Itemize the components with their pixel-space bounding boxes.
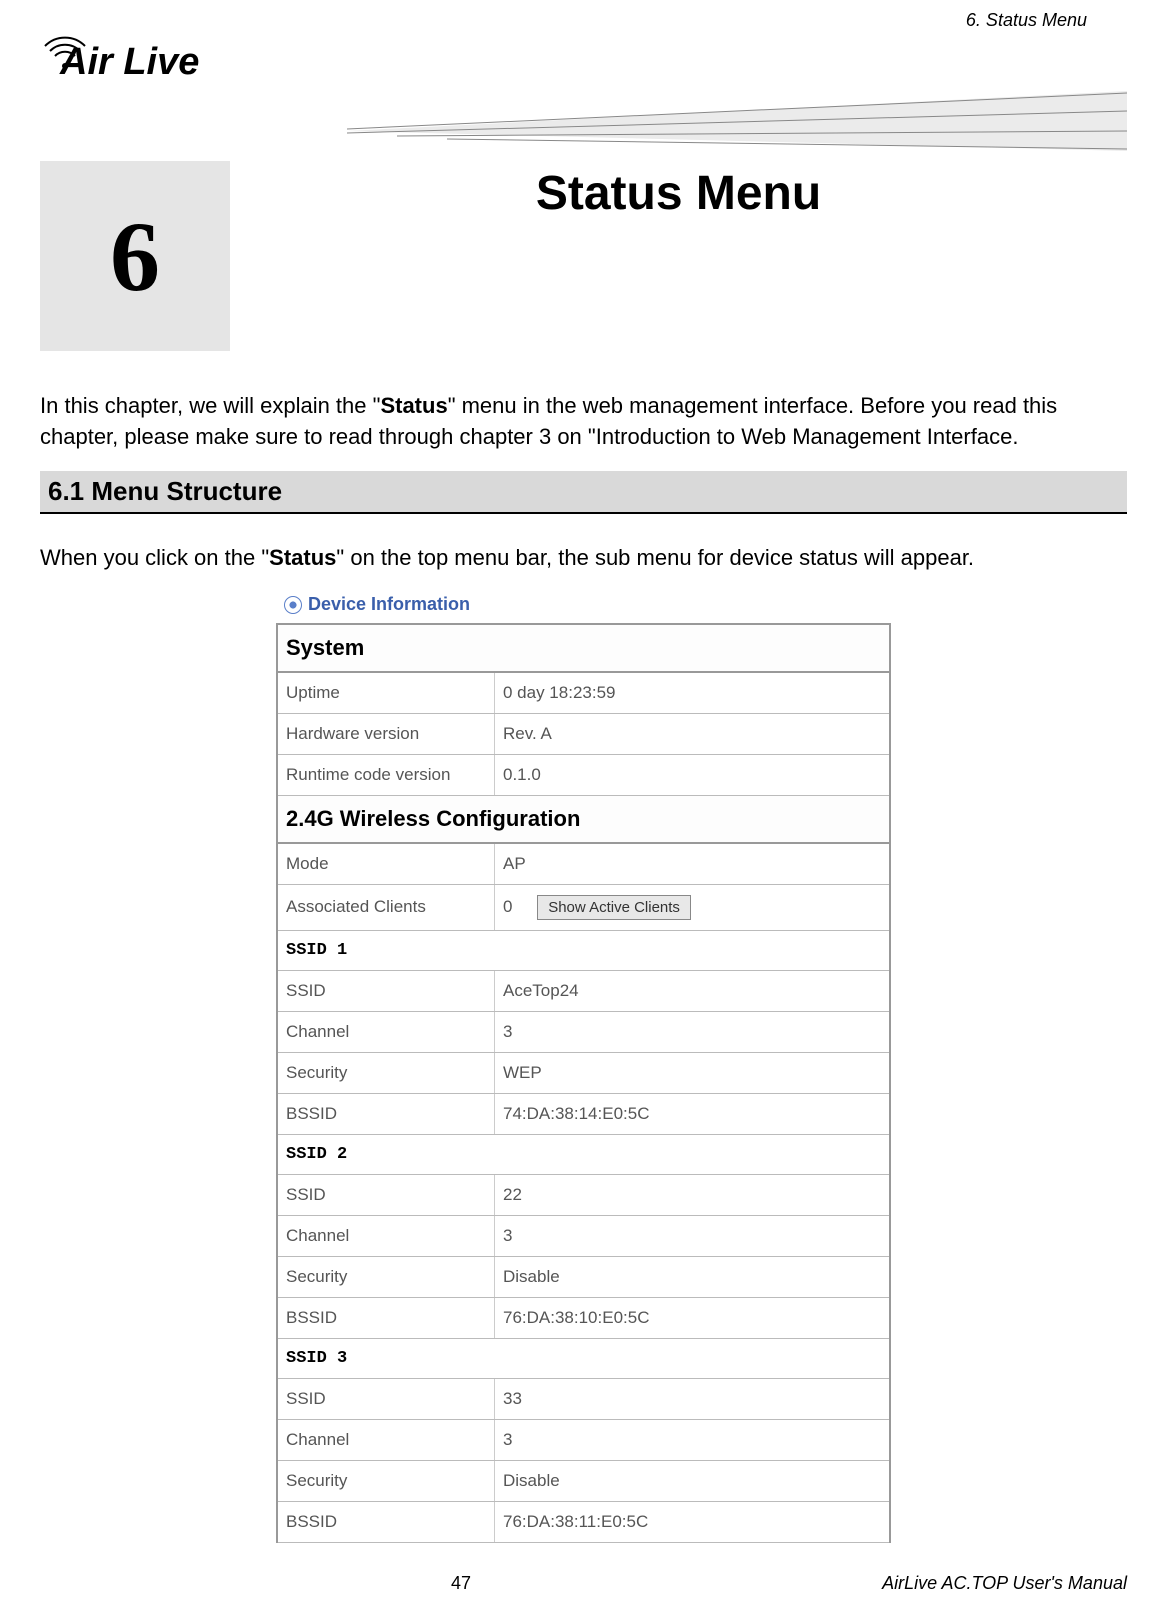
table-row: BSSID 76:DA:38:11:E0:5C xyxy=(277,1501,890,1542)
section-6-1-text: When you click on the "Status" on the to… xyxy=(40,539,1127,576)
show-active-clients-button[interactable]: Show Active Clients xyxy=(537,895,691,920)
ssid2-channel-label: Channel xyxy=(277,1215,495,1256)
ssid3-security-label: Security xyxy=(277,1460,495,1501)
ssid1-bssid-value: 74:DA:38:14:E0:5C xyxy=(495,1093,891,1134)
chapter-number-box: 6 xyxy=(40,161,230,351)
mode-label: Mode xyxy=(277,843,495,885)
system-header: System xyxy=(277,624,890,672)
ssid3-ssid-label: SSID xyxy=(277,1378,495,1419)
mode-value: AP xyxy=(495,843,891,885)
table-row: Associated Clients 0 Show Active Clients xyxy=(277,884,890,930)
rt-label: Runtime code version xyxy=(277,754,495,795)
ssid2-security-value: Disable xyxy=(495,1256,891,1297)
intro-pre: In this chapter, we will explain the " xyxy=(40,393,380,418)
rt-value: 0.1.0 xyxy=(495,754,891,795)
ssid2-channel-value: 3 xyxy=(495,1215,891,1256)
ssid1-channel-value: 3 xyxy=(495,1011,891,1052)
table-row: Mode AP xyxy=(277,843,890,885)
intro-bold: Status xyxy=(380,393,447,418)
ssid2-ssid-label: SSID xyxy=(277,1174,495,1215)
manual-title: AirLive AC.TOP User's Manual xyxy=(882,1573,1127,1594)
table-row: Uptime 0 day 18:23:59 xyxy=(277,672,890,714)
ssid2-header: SSID 2 xyxy=(277,1134,890,1174)
ssid2-ssid-value: 22 xyxy=(495,1174,891,1215)
page-footer: 47 AirLive AC.TOP User's Manual xyxy=(40,1573,1127,1594)
ssid3-header: SSID 3 xyxy=(277,1338,890,1378)
ssid3-security-value: Disable xyxy=(495,1460,891,1501)
ssid1-ssid-value: AceTop24 xyxy=(495,970,891,1011)
running-header: 6. Status Menu xyxy=(40,10,1127,31)
ssid3-ssid-value: 33 xyxy=(495,1378,891,1419)
device-info-label-text: Device Information xyxy=(308,594,470,614)
table-row: SSID AceTop24 xyxy=(277,970,890,1011)
ssid1-header: SSID 1 xyxy=(277,930,890,970)
table-row: Security Disable xyxy=(277,1256,890,1297)
ssid1-channel-label: Channel xyxy=(277,1011,495,1052)
ssid1-security-label: Security xyxy=(277,1052,495,1093)
ssid3-channel-label: Channel xyxy=(277,1419,495,1460)
table-row: Runtime code version 0.1.0 xyxy=(277,754,890,795)
table-row: BSSID 74:DA:38:14:E0:5C xyxy=(277,1093,890,1134)
decorative-line xyxy=(347,81,1127,181)
ssid2-security-label: Security xyxy=(277,1256,495,1297)
table-row: Channel 3 xyxy=(277,1215,890,1256)
ssid3-bssid-label: BSSID xyxy=(277,1501,495,1542)
table-row: Channel 3 xyxy=(277,1419,890,1460)
device-info-header: Device Information xyxy=(276,586,891,623)
uptime-label: Uptime xyxy=(277,672,495,714)
assoc-value: 0 xyxy=(503,897,512,916)
table-row: Channel 3 xyxy=(277,1011,890,1052)
table-row: Security Disable xyxy=(277,1460,890,1501)
page-number: 47 xyxy=(451,1573,471,1594)
ssid3-channel-value: 3 xyxy=(495,1419,891,1460)
ssid1-bssid-label: BSSID xyxy=(277,1093,495,1134)
logo-text: Air Live xyxy=(60,41,1127,84)
ssid3-bssid-value: 76:DA:38:11:E0:5C xyxy=(495,1501,891,1542)
uptime-value: 0 day 18:23:59 xyxy=(495,672,891,714)
sec-text-bold: Status xyxy=(269,545,336,570)
wireless-header: 2.4G Wireless Configuration xyxy=(277,795,890,843)
ssid1-ssid-label: SSID xyxy=(277,970,495,1011)
table-row: Security WEP xyxy=(277,1052,890,1093)
sec-text-pre: When you click on the " xyxy=(40,545,269,570)
ssid2-bssid-label: BSSID xyxy=(277,1297,495,1338)
table-row: SSID 22 xyxy=(277,1174,890,1215)
assoc-value-cell: 0 Show Active Clients xyxy=(495,884,891,930)
table-row: SSID 33 xyxy=(277,1378,890,1419)
sec-text-post: " on the top menu bar, the sub menu for … xyxy=(336,545,974,570)
device-info-screenshot: Device Information System Uptime 0 day 1… xyxy=(276,586,891,1543)
ssid1-security-value: WEP xyxy=(495,1052,891,1093)
hw-label: Hardware version xyxy=(277,713,495,754)
section-6-1-heading: 6.1 Menu Structure xyxy=(40,471,1127,514)
hw-value: Rev. A xyxy=(495,713,891,754)
ssid2-bssid-value: 76:DA:38:10:E0:5C xyxy=(495,1297,891,1338)
logo-area: Air Live xyxy=(40,41,1127,131)
assoc-label: Associated Clients xyxy=(277,884,495,930)
intro-paragraph: In this chapter, we will explain the "St… xyxy=(40,391,1127,453)
table-row: BSSID 76:DA:38:10:E0:5C xyxy=(277,1297,890,1338)
table-row: Hardware version Rev. A xyxy=(277,713,890,754)
info-icon xyxy=(284,596,302,614)
device-info-table: System Uptime 0 day 18:23:59 Hardware ve… xyxy=(276,623,891,1543)
